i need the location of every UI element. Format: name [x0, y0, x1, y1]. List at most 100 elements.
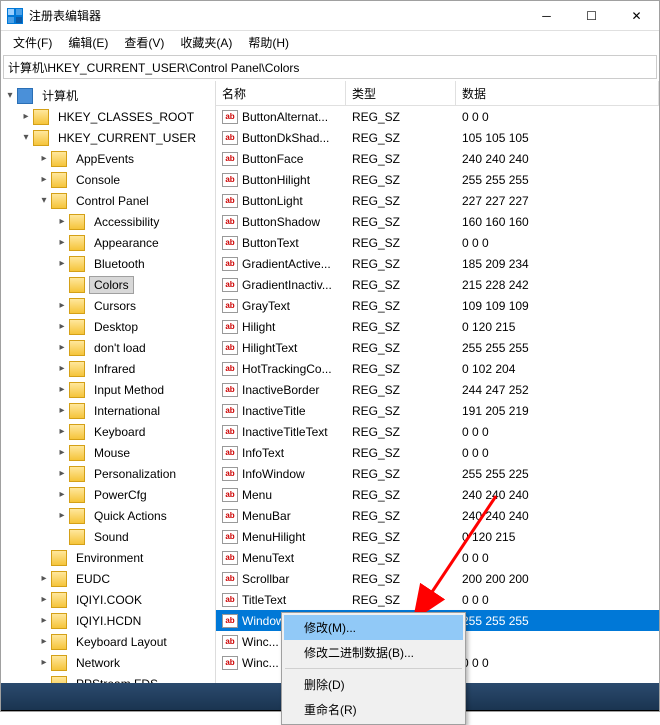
tree-cp-international[interactable]: ▸International	[1, 400, 215, 421]
tree-cp-appearance[interactable]: ▸Appearance	[1, 232, 215, 253]
tree-pane[interactable]: ▾ 计算机 ▸ HKEY_CLASSES_ROOT ▾ HKEY_CURRENT…	[1, 81, 216, 685]
tree-cp-bluetooth[interactable]: ▸Bluetooth	[1, 253, 215, 274]
chevron-down-icon[interactable]: ▾	[3, 89, 17, 103]
tree-hkcu[interactable]: ▾ HKEY_CURRENT_USER	[1, 127, 215, 148]
tree-console[interactable]: ▸ Console	[1, 169, 215, 190]
list-row[interactable]: abGradientInactiv...REG_SZ215 228 242	[216, 274, 659, 295]
column-name[interactable]: 名称	[216, 81, 346, 105]
list-row[interactable]: abMenuHilightREG_SZ0 120 215	[216, 526, 659, 547]
minimize-button[interactable]: ─	[524, 1, 569, 31]
chevron-right-icon[interactable]	[55, 278, 69, 292]
list-row[interactable]: abHilightREG_SZ0 120 215	[216, 316, 659, 337]
tree-cp-input-method[interactable]: ▸Input Method	[1, 379, 215, 400]
tree-cp-accessibility[interactable]: ▸Accessibility	[1, 211, 215, 232]
chevron-right-icon[interactable]: ▸	[55, 383, 69, 397]
list-row[interactable]: abButtonShadowREG_SZ160 160 160	[216, 211, 659, 232]
chevron-down-icon[interactable]: ▾	[19, 131, 33, 145]
list-row[interactable]: abMenuBarREG_SZ240 240 240	[216, 505, 659, 526]
tree-cp-don-t-load[interactable]: ▸don't load	[1, 337, 215, 358]
tree-cp-colors[interactable]: Colors	[1, 274, 215, 295]
chevron-right-icon[interactable]: ▸	[55, 215, 69, 229]
tree-cp-quick-actions[interactable]: ▸Quick Actions	[1, 505, 215, 526]
chevron-right-icon[interactable]: ▸	[37, 656, 51, 670]
chevron-right-icon[interactable]: ▸	[37, 614, 51, 628]
chevron-right-icon[interactable]: ▸	[37, 152, 51, 166]
list-row[interactable]: abButtonHilightREG_SZ255 255 255	[216, 169, 659, 190]
list-row[interactable]: abScrollbarREG_SZ200 200 200	[216, 568, 659, 589]
chevron-down-icon[interactable]: ▾	[37, 194, 51, 208]
chevron-right-icon[interactable]	[55, 530, 69, 544]
list-row[interactable]: abHotTrackingCo...REG_SZ0 102 204	[216, 358, 659, 379]
chevron-right-icon[interactable]: ▸	[55, 341, 69, 355]
tree-cp-keyboard[interactable]: ▸Keyboard	[1, 421, 215, 442]
list-row[interactable]: abHilightTextREG_SZ255 255 255	[216, 337, 659, 358]
list-row[interactable]: abTitleTextREG_SZ0 0 0	[216, 589, 659, 610]
chevron-right-icon[interactable]: ▸	[37, 635, 51, 649]
tree-iqiyi-cook[interactable]: ▸ IQIYI.COOK	[1, 589, 215, 610]
list-row[interactable]: abButtonDkShad...REG_SZ105 105 105	[216, 127, 659, 148]
menu-favorites[interactable]: 收藏夹(A)	[172, 32, 240, 53]
chevron-right-icon[interactable]: ▸	[37, 572, 51, 586]
tree-environment[interactable]: Environment	[1, 547, 215, 568]
tree-controlpanel[interactable]: ▾ Control Panel	[1, 190, 215, 211]
list-pane[interactable]: 名称 类型 数据 abButtonAlternat...REG_SZ0 0 0a…	[216, 81, 659, 685]
list-row[interactable]: abButtonTextREG_SZ0 0 0	[216, 232, 659, 253]
list-row[interactable]: abInactiveTitleREG_SZ191 205 219	[216, 400, 659, 421]
tree-cp-personalization[interactable]: ▸Personalization	[1, 463, 215, 484]
column-data[interactable]: 数据	[456, 81, 659, 105]
tree-eudc[interactable]: ▸ EUDC	[1, 568, 215, 589]
tree-keyboard-layout[interactable]: ▸ Keyboard Layout	[1, 631, 215, 652]
ctx-modify-binary[interactable]: 修改二进制数据(B)...	[284, 640, 463, 665]
ctx-rename[interactable]: 重命名(R)	[284, 697, 463, 722]
chevron-right-icon[interactable]: ▸	[55, 404, 69, 418]
address-bar[interactable]: 计算机\HKEY_CURRENT_USER\Control Panel\Colo…	[3, 55, 657, 79]
chevron-right-icon[interactable]: ▸	[55, 467, 69, 481]
chevron-right-icon[interactable]: ▸	[55, 425, 69, 439]
chevron-right-icon[interactable]: ▸	[55, 299, 69, 313]
chevron-right-icon[interactable]: ▸	[55, 446, 69, 460]
tree-cp-infrared[interactable]: ▸Infrared	[1, 358, 215, 379]
value-name: InfoText	[242, 446, 284, 460]
menu-help[interactable]: 帮助(H)	[240, 32, 297, 53]
chevron-right-icon[interactable]: ▸	[37, 593, 51, 607]
tree-cp-sound[interactable]: Sound	[1, 526, 215, 547]
menu-edit[interactable]: 编辑(E)	[60, 32, 116, 53]
list-row[interactable]: abInactiveBorderREG_SZ244 247 252	[216, 379, 659, 400]
list-row[interactable]: abInfoTextREG_SZ0 0 0	[216, 442, 659, 463]
chevron-right-icon[interactable]: ▸	[37, 173, 51, 187]
chevron-right-icon[interactable]: ▸	[55, 320, 69, 334]
chevron-right-icon[interactable]: ▸	[55, 488, 69, 502]
tree-appevents[interactable]: ▸ AppEvents	[1, 148, 215, 169]
tree-cp-powercfg[interactable]: ▸PowerCfg	[1, 484, 215, 505]
column-type[interactable]: 类型	[346, 81, 456, 105]
chevron-right-icon[interactable]: ▸	[55, 509, 69, 523]
list-row[interactable]: abButtonLightREG_SZ227 227 227	[216, 190, 659, 211]
list-row[interactable]: abInactiveTitleTextREG_SZ0 0 0	[216, 421, 659, 442]
tree-cp-desktop[interactable]: ▸Desktop	[1, 316, 215, 337]
ctx-modify[interactable]: 修改(M)...	[284, 615, 463, 640]
list-row[interactable]: abMenuTextREG_SZ0 0 0	[216, 547, 659, 568]
menu-file[interactable]: 文件(F)	[5, 32, 60, 53]
ctx-delete[interactable]: 删除(D)	[284, 672, 463, 697]
list-row[interactable]: abGrayTextREG_SZ109 109 109	[216, 295, 659, 316]
list-row[interactable]: abInfoWindowREG_SZ255 255 225	[216, 463, 659, 484]
menu-view[interactable]: 查看(V)	[116, 32, 172, 53]
maximize-button[interactable]: ☐	[569, 1, 614, 31]
tree-cp-cursors[interactable]: ▸Cursors	[1, 295, 215, 316]
tree-network[interactable]: ▸ Network	[1, 652, 215, 673]
tree-iqiyi-hcdn[interactable]: ▸ IQIYI.HCDN	[1, 610, 215, 631]
tree-hkcr[interactable]: ▸ HKEY_CLASSES_ROOT	[1, 106, 215, 127]
chevron-right-icon[interactable]: ▸	[55, 257, 69, 271]
chevron-right-icon[interactable]: ▸	[19, 110, 33, 124]
list-row[interactable]: abGradientActive...REG_SZ185 209 234	[216, 253, 659, 274]
list-row[interactable]: abButtonFaceREG_SZ240 240 240	[216, 148, 659, 169]
chevron-right-icon[interactable]: ▸	[55, 236, 69, 250]
list-row[interactable]: abButtonAlternat...REG_SZ0 0 0	[216, 106, 659, 127]
value-name: InactiveTitle	[242, 404, 306, 418]
value-type: REG_SZ	[346, 530, 456, 544]
close-button[interactable]: ✕	[614, 1, 659, 31]
chevron-right-icon[interactable]: ▸	[55, 362, 69, 376]
tree-cp-mouse[interactable]: ▸Mouse	[1, 442, 215, 463]
list-row[interactable]: abMenuREG_SZ240 240 240	[216, 484, 659, 505]
tree-root[interactable]: ▾ 计算机	[1, 85, 215, 106]
